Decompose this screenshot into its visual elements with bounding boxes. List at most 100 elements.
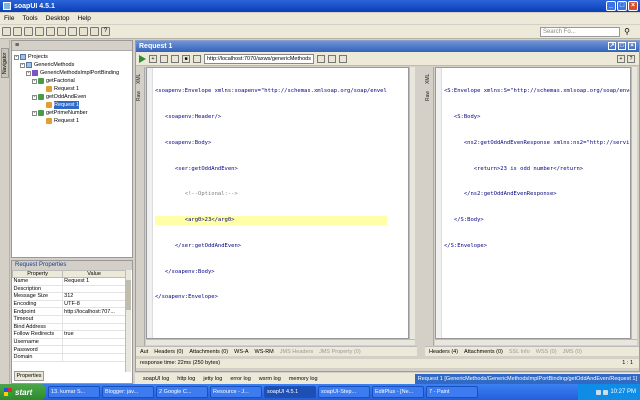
column-header-property[interactable]: Property [11,270,64,278]
tree-node-operation[interactable]: - getOddAndEven [14,93,130,101]
tab-error-log[interactable]: error log [230,376,250,382]
tab-headers[interactable]: Headers (0) [154,349,183,355]
taskbar-item[interactable]: 13. kumar S... [48,386,100,398]
tab-attachments[interactable]: Attachments (0) [189,349,228,355]
taskbar-item[interactable]: Resource - J... [210,386,262,398]
property-value[interactable] [62,345,126,354]
tab-wss[interactable]: WSS (0) [536,349,557,355]
response-vertical-scrollbar[interactable] [631,67,637,339]
tree-node-projects[interactable]: - Projects [14,53,130,61]
tab-xml[interactable]: XML [136,71,144,87]
response-editor[interactable]: <S:Envelope xmlns:S="http://schemas.xmls… [435,67,631,339]
table-row[interactable]: Username [12,338,126,347]
table-row[interactable]: Password [12,345,126,354]
property-value[interactable]: http://localhost:707... [62,307,126,316]
tree-node-request[interactable]: Request 1 [14,117,130,125]
new-project-icon[interactable] [2,27,11,36]
tab-raw[interactable]: Raw [136,89,144,103]
property-value[interactable] [62,285,126,294]
tab-ws-a[interactable]: WS-A [234,349,248,355]
table-row[interactable]: Message Size 312 [12,292,126,301]
property-value[interactable]: UTF-8 [62,300,126,309]
menu-file[interactable]: File [4,15,14,22]
tab-memory-log[interactable]: memory log [289,376,318,382]
property-value[interactable]: true [62,330,126,339]
table-row[interactable]: Domain [12,353,126,362]
tab-xml[interactable]: XML [425,71,433,87]
table-row[interactable]: Encoding UTF-8 [12,300,126,309]
add-assertion-icon[interactable]: + [149,54,157,63]
response-xml-code[interactable]: <S:Envelope xmlns:S="http://schemas.xmls… [436,68,630,268]
taskbar-item[interactable]: Blogger: jav... [102,386,154,398]
property-value[interactable]: 312 [62,292,126,301]
stop-icon[interactable]: ■ [182,54,190,63]
tab-jms-headers[interactable]: JMS Headers [280,349,313,355]
property-value[interactable] [62,338,126,347]
proxy-icon[interactable] [79,27,88,36]
tab-jetty-log[interactable]: jetty log [203,376,222,382]
collapse-icon[interactable]: - [14,54,19,60]
collapse-icon[interactable]: - [20,62,25,68]
request-vertical-scrollbar[interactable] [409,67,415,339]
network-icon[interactable] [596,389,602,395]
clone-request-icon[interactable] [171,54,179,63]
tab-ssl-info[interactable]: SSL Info [509,349,530,355]
import-project-icon[interactable] [13,27,22,36]
navigator-tab[interactable]: Navigator [1,48,9,78]
tree-node-request-selected[interactable]: Request 1 [14,101,130,109]
format-xml-icon[interactable] [193,54,201,63]
detach-icon[interactable]: ↗ [608,42,616,50]
endpoint-select[interactable]: http://localhost:7070/axws/genericMethod… [204,53,314,64]
collapse-icon[interactable]: - [32,110,37,116]
property-value[interactable]: Request 1 [62,277,126,286]
workspace-icon[interactable] [35,27,44,36]
layout-vertical-icon[interactable] [339,54,347,63]
forum-icon[interactable] [46,27,55,36]
maximize-icon[interactable]: □ [618,42,626,50]
scrollbar-thumb[interactable] [126,280,131,310]
start-button[interactable]: start [0,384,46,400]
tab-jms-property[interactable]: JMS Property (0) [319,349,361,355]
table-row[interactable]: Endpoint http://localhost:707... [12,307,126,316]
property-value[interactable] [62,353,126,362]
help-icon[interactable]: ? [627,54,635,63]
menu-tools[interactable]: Tools [22,15,37,22]
submit-request-icon[interactable] [139,54,146,63]
tree-node-interface[interactable]: - GenericMethodsImplPortBinding [14,69,130,77]
taskbar-item[interactable]: EditPlus - [Ne... [372,386,424,398]
collapse-icon[interactable]: - [32,94,37,100]
taskbar-item[interactable]: soapUI-Step... [318,386,370,398]
preferences-icon[interactable] [68,27,77,36]
collapse-icon[interactable]: - [26,70,31,76]
editor-splitter[interactable] [417,67,425,349]
search-go-icon[interactable]: ⚲ [622,27,632,37]
property-value[interactable] [62,323,126,332]
taskbar-item-active[interactable]: soapUI 4.5.1 [264,386,316,398]
maximize-button[interactable]: □ [617,1,627,11]
tab-attachments[interactable]: Attachments (0) [464,349,503,355]
request-horizontal-scrollbar[interactable] [146,339,415,345]
tab-wsrm-log[interactable]: wsrm log [259,376,281,382]
table-row[interactable]: Bind Address [12,323,126,332]
trial-icon[interactable] [57,27,66,36]
properties-button[interactable]: Properties [14,371,44,381]
add-icon[interactable]: + [617,54,625,63]
tree-node-operation[interactable]: - getFactorial [14,77,130,85]
tab-auth[interactable]: Aut [140,349,148,355]
layout-split-icon[interactable] [317,54,325,63]
tab-jms[interactable]: JMS (0) [563,349,582,355]
search-input[interactable]: Search Fo... [540,27,620,37]
layout-tabs-icon[interactable] [328,54,336,63]
help-icon[interactable]: ? [101,27,110,36]
exit-icon[interactable] [90,27,99,36]
table-row[interactable]: Name Request 1 [12,277,126,286]
table-row[interactable]: Description [12,285,126,294]
close-button[interactable]: × [628,1,638,11]
clock[interactable]: 10:27 PM [610,389,636,395]
taskbar-item[interactable]: 2 Google C... [156,386,208,398]
tab-headers[interactable]: Headers (4) [429,349,458,355]
taskbar-item[interactable]: 7 - Paint [426,386,478,398]
request-xml-code[interactable]: <soapenv:Envelope xmlns:soapenv="http://… [147,68,408,319]
table-row[interactable]: Timeout [12,315,126,324]
create-testcase-icon[interactable] [160,54,168,63]
